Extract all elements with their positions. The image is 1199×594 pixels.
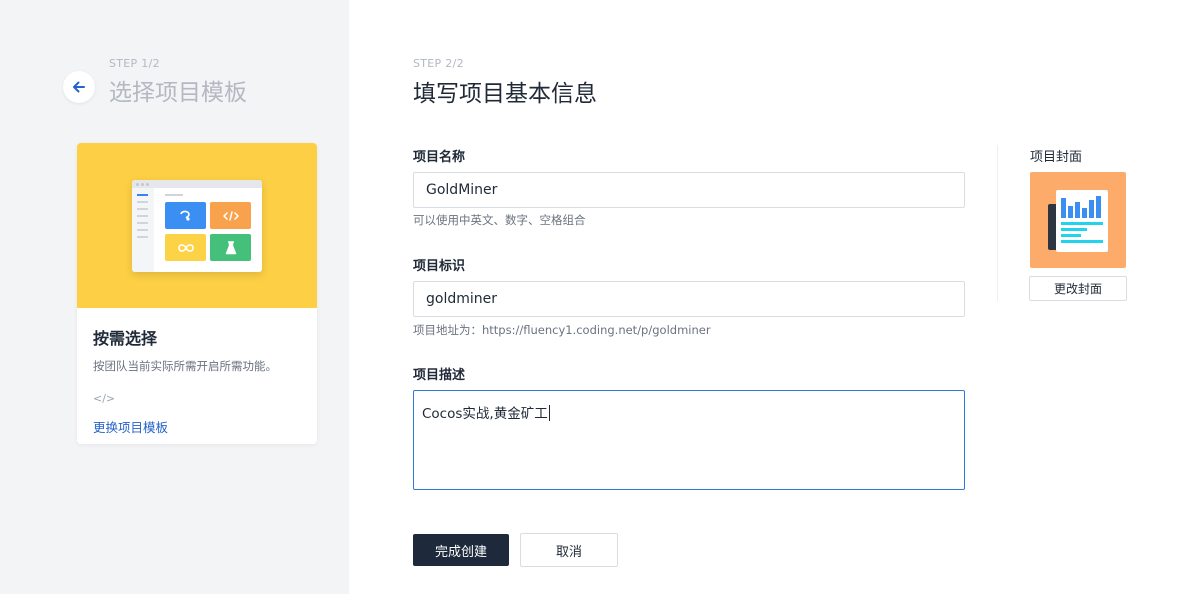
project-description-label: 项目描述 — [413, 368, 466, 383]
step-indicator-1: STEP 1/2 — [109, 57, 160, 70]
back-button[interactable] — [63, 71, 95, 103]
template-selection-panel: STEP 1/2 选择项目模板 按需选择 按团队当前实际所需开启所需功能。 </… — [0, 0, 349, 594]
project-description-textarea[interactable]: Cocos实战,黄金矿工 — [413, 390, 965, 490]
cancel-button[interactable]: 取消 — [520, 533, 618, 567]
template-step-title: 选择项目模板 — [109, 80, 247, 106]
project-name-input[interactable]: GoldMiner — [413, 172, 965, 208]
project-identifier-input[interactable]: goldminer — [413, 281, 965, 317]
template-card: 按需选择 按团队当前实际所需开启所需功能。 </> 更换项目模板 — [77, 143, 317, 444]
project-description-value: Cocos实战,黄金矿工 — [422, 406, 548, 422]
project-name-hint: 可以使用中英文、数字、空格组合 — [413, 213, 586, 227]
project-identifier-label: 项目标识 — [413, 259, 466, 274]
template-description: 按团队当前实际所需开启所需功能。 — [93, 359, 277, 373]
tile-flow-icon — [165, 202, 206, 229]
arrow-left-icon — [73, 81, 85, 93]
page-title: 填写项目基本信息 — [413, 81, 597, 107]
template-title: 按需选择 — [93, 329, 158, 348]
change-cover-button[interactable]: 更改封面 — [1029, 276, 1127, 301]
divider — [997, 145, 998, 301]
template-mockup-image — [132, 180, 262, 272]
template-illustration — [77, 143, 317, 308]
chart-document-icon — [1048, 190, 1108, 252]
change-template-link[interactable]: 更换项目模板 — [93, 417, 301, 436]
project-cover-image — [1030, 172, 1126, 268]
project-name-label: 项目名称 — [413, 150, 466, 165]
code-icon: </> — [93, 392, 116, 405]
tile-code-icon — [210, 202, 251, 229]
tile-flask-icon — [210, 234, 251, 261]
project-cover-label: 项目封面 — [1030, 150, 1083, 165]
create-project-button[interactable]: 完成创建 — [413, 534, 509, 566]
text-caret — [548, 405, 550, 421]
tile-infinity-icon — [165, 234, 206, 261]
step-indicator-2: STEP 2/2 — [413, 57, 464, 70]
project-address-hint: 项目地址为：https://fluency1.coding.net/p/gold… — [413, 323, 711, 337]
